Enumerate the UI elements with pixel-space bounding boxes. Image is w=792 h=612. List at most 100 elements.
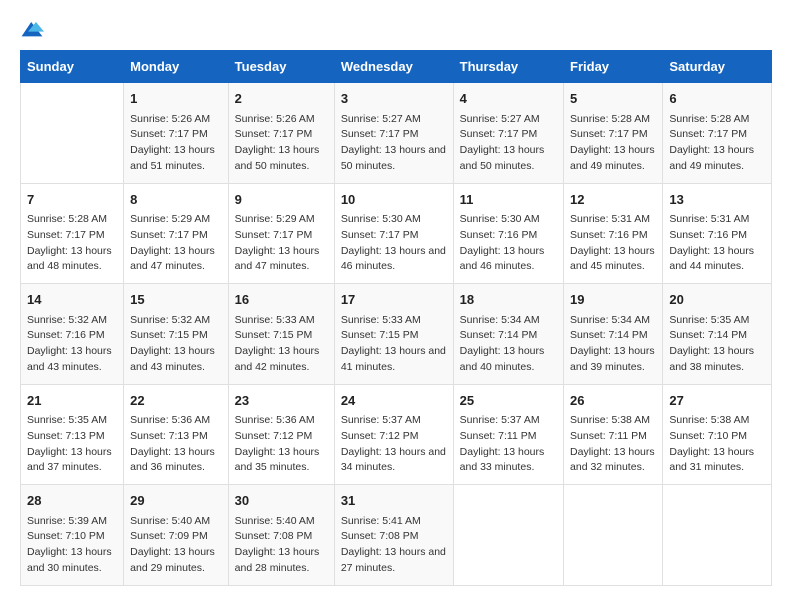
header-cell-thursday: Thursday: [453, 51, 563, 83]
day-number: 27: [669, 391, 765, 411]
cell-info: Sunrise: 5:34 AM Sunset: 7:14 PM Dayligh…: [460, 313, 557, 376]
sunrise: Sunrise: 5:38 AM: [669, 414, 749, 426]
week-row-2: 7 Sunrise: 5:28 AM Sunset: 7:17 PM Dayli…: [21, 183, 772, 284]
sunrise: Sunrise: 5:30 AM: [341, 213, 421, 225]
sunset: Sunset: 7:10 PM: [669, 430, 747, 442]
day-cell: 11 Sunrise: 5:30 AM Sunset: 7:16 PM Dayl…: [453, 183, 563, 284]
daylight: Daylight: 13 hours and 43 minutes.: [130, 345, 215, 373]
sunrise: Sunrise: 5:27 AM: [460, 113, 540, 125]
sunrise: Sunrise: 5:37 AM: [341, 414, 421, 426]
header-cell-tuesday: Tuesday: [228, 51, 334, 83]
daylight: Daylight: 13 hours and 40 minutes.: [460, 345, 545, 373]
cell-info: Sunrise: 5:28 AM Sunset: 7:17 PM Dayligh…: [27, 212, 117, 275]
cell-info: Sunrise: 5:27 AM Sunset: 7:17 PM Dayligh…: [460, 112, 557, 175]
cell-info: Sunrise: 5:26 AM Sunset: 7:17 PM Dayligh…: [130, 112, 222, 175]
sunrise: Sunrise: 5:38 AM: [570, 414, 650, 426]
sunrise: Sunrise: 5:41 AM: [341, 515, 421, 527]
daylight: Daylight: 13 hours and 27 minutes.: [341, 546, 446, 574]
day-number: 21: [27, 391, 117, 411]
sunrise: Sunrise: 5:26 AM: [235, 113, 315, 125]
daylight: Daylight: 13 hours and 39 minutes.: [570, 345, 655, 373]
cell-info: Sunrise: 5:28 AM Sunset: 7:17 PM Dayligh…: [669, 112, 765, 175]
daylight: Daylight: 13 hours and 36 minutes.: [130, 446, 215, 474]
cell-info: Sunrise: 5:31 AM Sunset: 7:16 PM Dayligh…: [669, 212, 765, 275]
sunset: Sunset: 7:15 PM: [341, 329, 419, 341]
daylight: Daylight: 13 hours and 30 minutes.: [27, 546, 112, 574]
week-row-4: 21 Sunrise: 5:35 AM Sunset: 7:13 PM Dayl…: [21, 384, 772, 485]
sunset: Sunset: 7:13 PM: [130, 430, 208, 442]
sunrise: Sunrise: 5:28 AM: [669, 113, 749, 125]
day-cell: 18 Sunrise: 5:34 AM Sunset: 7:14 PM Dayl…: [453, 284, 563, 385]
header-cell-monday: Monday: [124, 51, 229, 83]
day-cell: 22 Sunrise: 5:36 AM Sunset: 7:13 PM Dayl…: [124, 384, 229, 485]
header: [20, 20, 772, 40]
day-number: 31: [341, 491, 447, 511]
day-cell: 5 Sunrise: 5:28 AM Sunset: 7:17 PM Dayli…: [564, 83, 663, 184]
day-cell: [21, 83, 124, 184]
day-cell: 30 Sunrise: 5:40 AM Sunset: 7:08 PM Dayl…: [228, 485, 334, 586]
daylight: Daylight: 13 hours and 38 minutes.: [669, 345, 754, 373]
sunset: Sunset: 7:11 PM: [570, 430, 647, 442]
daylight: Daylight: 13 hours and 28 minutes.: [235, 546, 320, 574]
cell-info: Sunrise: 5:26 AM Sunset: 7:17 PM Dayligh…: [235, 112, 328, 175]
sunrise: Sunrise: 5:33 AM: [341, 314, 421, 326]
logo-icon: [20, 20, 44, 40]
day-cell: 24 Sunrise: 5:37 AM Sunset: 7:12 PM Dayl…: [334, 384, 453, 485]
sunset: Sunset: 7:12 PM: [341, 430, 419, 442]
day-cell: 4 Sunrise: 5:27 AM Sunset: 7:17 PM Dayli…: [453, 83, 563, 184]
day-cell: [564, 485, 663, 586]
day-cell: 12 Sunrise: 5:31 AM Sunset: 7:16 PM Dayl…: [564, 183, 663, 284]
daylight: Daylight: 13 hours and 29 minutes.: [130, 546, 215, 574]
day-cell: 17 Sunrise: 5:33 AM Sunset: 7:15 PM Dayl…: [334, 284, 453, 385]
sunset: Sunset: 7:17 PM: [235, 229, 313, 241]
sunrise: Sunrise: 5:26 AM: [130, 113, 210, 125]
day-number: 23: [235, 391, 328, 411]
sunrise: Sunrise: 5:28 AM: [570, 113, 650, 125]
day-cell: 14 Sunrise: 5:32 AM Sunset: 7:16 PM Dayl…: [21, 284, 124, 385]
day-number: 5: [570, 89, 656, 109]
sunset: Sunset: 7:17 PM: [341, 128, 419, 140]
daylight: Daylight: 13 hours and 31 minutes.: [669, 446, 754, 474]
cell-info: Sunrise: 5:36 AM Sunset: 7:12 PM Dayligh…: [235, 413, 328, 476]
day-number: 6: [669, 89, 765, 109]
daylight: Daylight: 13 hours and 50 minutes.: [341, 144, 446, 172]
sunrise: Sunrise: 5:39 AM: [27, 515, 107, 527]
day-cell: 16 Sunrise: 5:33 AM Sunset: 7:15 PM Dayl…: [228, 284, 334, 385]
day-number: 10: [341, 190, 447, 210]
daylight: Daylight: 13 hours and 47 minutes.: [235, 245, 320, 273]
day-cell: [663, 485, 772, 586]
daylight: Daylight: 13 hours and 46 minutes.: [341, 245, 446, 273]
day-number: 8: [130, 190, 222, 210]
daylight: Daylight: 13 hours and 48 minutes.: [27, 245, 112, 273]
calendar-table: SundayMondayTuesdayWednesdayThursdayFrid…: [20, 50, 772, 586]
sunrise: Sunrise: 5:36 AM: [130, 414, 210, 426]
daylight: Daylight: 13 hours and 47 minutes.: [130, 245, 215, 273]
day-number: 28: [27, 491, 117, 511]
cell-info: Sunrise: 5:40 AM Sunset: 7:08 PM Dayligh…: [235, 514, 328, 577]
daylight: Daylight: 13 hours and 33 minutes.: [460, 446, 545, 474]
day-cell: 27 Sunrise: 5:38 AM Sunset: 7:10 PM Dayl…: [663, 384, 772, 485]
day-cell: 31 Sunrise: 5:41 AM Sunset: 7:08 PM Dayl…: [334, 485, 453, 586]
cell-info: Sunrise: 5:38 AM Sunset: 7:11 PM Dayligh…: [570, 413, 656, 476]
header-cell-wednesday: Wednesday: [334, 51, 453, 83]
day-number: 24: [341, 391, 447, 411]
sunset: Sunset: 7:08 PM: [235, 530, 313, 542]
day-number: 25: [460, 391, 557, 411]
sunrise: Sunrise: 5:29 AM: [235, 213, 315, 225]
daylight: Daylight: 13 hours and 49 minutes.: [669, 144, 754, 172]
cell-info: Sunrise: 5:36 AM Sunset: 7:13 PM Dayligh…: [130, 413, 222, 476]
daylight: Daylight: 13 hours and 46 minutes.: [460, 245, 545, 273]
day-number: 16: [235, 290, 328, 310]
cell-info: Sunrise: 5:34 AM Sunset: 7:14 PM Dayligh…: [570, 313, 656, 376]
day-cell: 26 Sunrise: 5:38 AM Sunset: 7:11 PM Dayl…: [564, 384, 663, 485]
sunrise: Sunrise: 5:40 AM: [130, 515, 210, 527]
cell-info: Sunrise: 5:33 AM Sunset: 7:15 PM Dayligh…: [235, 313, 328, 376]
daylight: Daylight: 13 hours and 34 minutes.: [341, 446, 446, 474]
day-number: 2: [235, 89, 328, 109]
sunrise: Sunrise: 5:34 AM: [570, 314, 650, 326]
cell-info: Sunrise: 5:30 AM Sunset: 7:16 PM Dayligh…: [460, 212, 557, 275]
daylight: Daylight: 13 hours and 44 minutes.: [669, 245, 754, 273]
sunrise: Sunrise: 5:35 AM: [27, 414, 107, 426]
sunset: Sunset: 7:17 PM: [460, 128, 538, 140]
day-cell: 1 Sunrise: 5:26 AM Sunset: 7:17 PM Dayli…: [124, 83, 229, 184]
